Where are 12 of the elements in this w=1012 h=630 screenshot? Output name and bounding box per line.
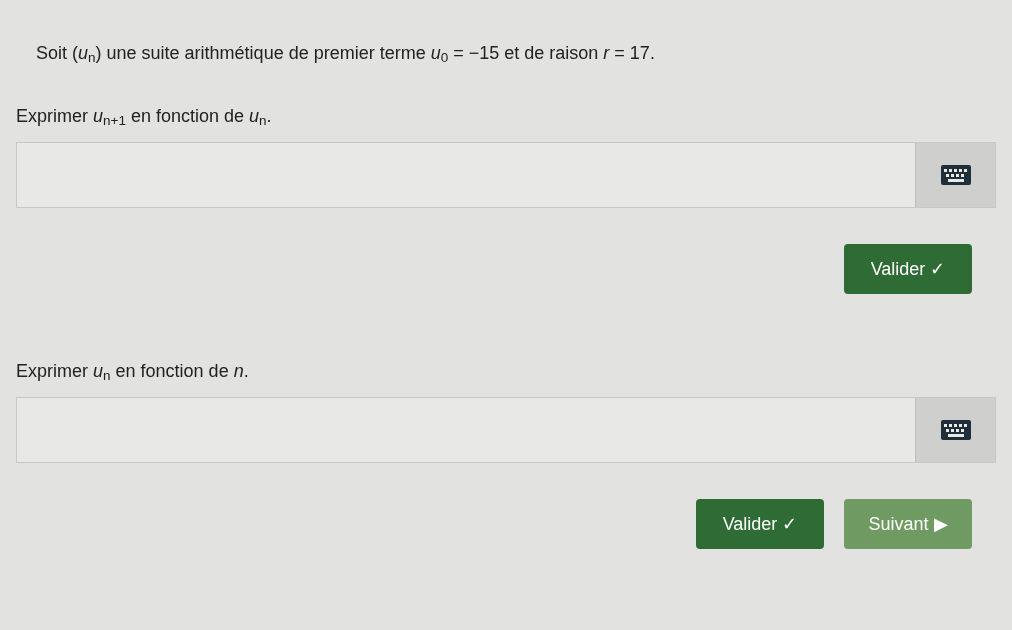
question-prompt: Exprimer u$_{n+1}$ en fonction de u$_{n}$. [16, 105, 273, 130]
validate-button[interactable]: Valider ✓ [844, 244, 972, 294]
answer-field[interactable] [16, 397, 996, 463]
question-prompt: Exprimer u$_{n}$ en fonction de n. [16, 360, 250, 385]
keyboard-icon [940, 165, 971, 185]
keyboard-icon [940, 420, 971, 440]
problem-statement: Soit (u$_{n}$) une suite arithmétique de premier terme u$_{0}$ = −15 et de raison r = 17. [35, 42, 656, 67]
keyboard-button[interactable] [915, 398, 995, 462]
next-button[interactable]: Suivant ▶ [844, 499, 972, 549]
validate-button[interactable]: Valider ✓ [696, 499, 824, 549]
answer-field[interactable] [16, 142, 996, 208]
keyboard-button[interactable] [915, 143, 995, 207]
